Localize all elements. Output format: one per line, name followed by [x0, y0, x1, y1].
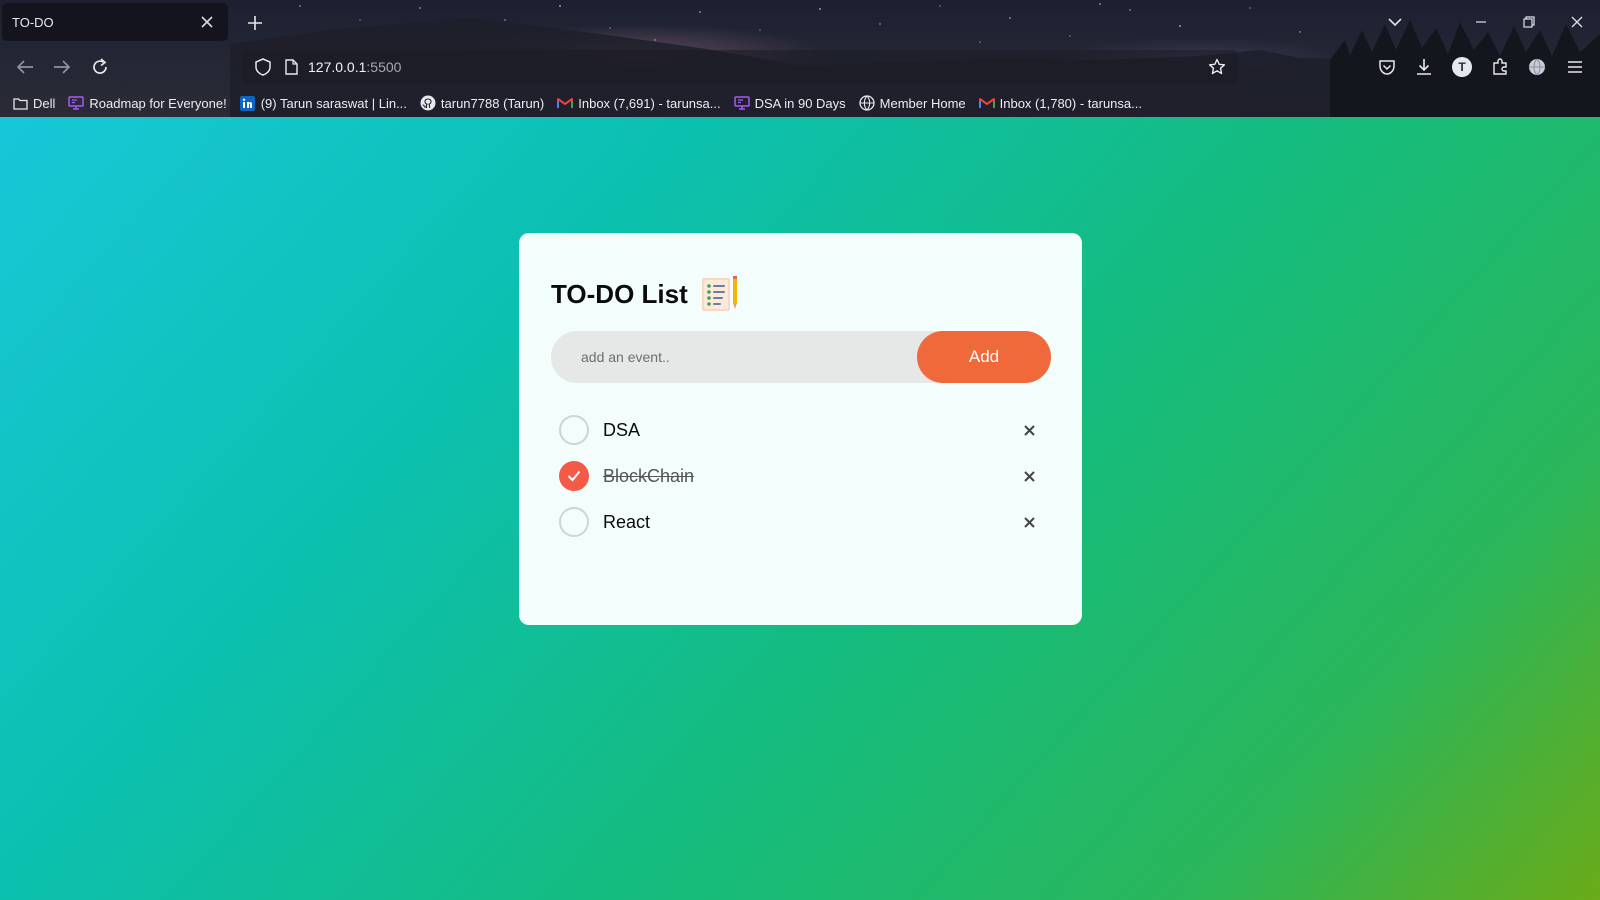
globe-icon[interactable]	[1525, 55, 1549, 79]
bookmarks-bar: Dell Roadmap for Everyone! (9) Tarun sar…	[0, 91, 1600, 115]
bookmark-label: Inbox (1,780) - tarunsa...	[999, 95, 1142, 111]
shield-icon[interactable]	[252, 56, 274, 78]
todo-text: React	[603, 511, 651, 532]
star-icon[interactable]	[1206, 56, 1228, 78]
chevron-down-icon[interactable]	[1383, 10, 1407, 34]
tab-bar: TO-DO	[0, 0, 1600, 44]
bookmark-roadmap[interactable]: Roadmap for Everyone!	[68, 95, 227, 111]
close-icon[interactable]	[196, 11, 218, 33]
plus-icon[interactable]	[244, 12, 266, 34]
close-icon[interactable]	[1019, 512, 1039, 532]
todo-text: BlockChain	[603, 465, 695, 486]
bookmark-label: Dell	[33, 95, 56, 111]
bookmark-label: (9) Tarun saraswat | Lin...	[260, 95, 407, 111]
todo-item[interactable]: BlockChain	[551, 453, 1051, 499]
todo-item[interactable]: DSA	[551, 407, 1051, 453]
tab-title: TO-DO	[12, 14, 54, 30]
monitor-icon	[733, 95, 750, 111]
bookmark-github[interactable]: tarun7788 (Tarun)	[420, 95, 544, 111]
todo-item[interactable]: React	[551, 499, 1051, 545]
monitor-icon	[68, 95, 85, 111]
notepad-checklist-icon	[701, 276, 737, 311]
bookmark-label: DSA in 90 Days	[754, 95, 846, 111]
unchecked-circle-icon[interactable]	[559, 507, 589, 537]
linkedin-icon	[240, 95, 256, 111]
bookmark-member-home[interactable]: Member Home	[859, 95, 966, 111]
download-icon[interactable]	[1412, 55, 1436, 79]
add-event-row: Add	[551, 331, 1051, 383]
arrow-right-icon[interactable]	[50, 55, 74, 79]
page-icon[interactable]	[280, 56, 302, 78]
url-port: :5500	[366, 59, 402, 75]
account-avatar[interactable]: T	[1450, 55, 1474, 79]
bookmark-label: Inbox (7,691) - tarunsa...	[578, 95, 721, 111]
window-close-icon[interactable]	[1565, 10, 1589, 34]
todo-card: TO-DO List Add DSA	[519, 233, 1082, 625]
puzzle-icon[interactable]	[1488, 55, 1512, 79]
bookmark-label: Roadmap for Everyone!	[89, 95, 227, 111]
address-bar[interactable]: 127.0.0.1:5500	[242, 50, 1238, 84]
page-background: TO-DO List Add DSA	[0, 117, 1600, 900]
avatar-letter: T	[1452, 57, 1472, 77]
close-icon[interactable]	[1019, 466, 1039, 486]
browser-tab[interactable]: TO-DO	[2, 3, 228, 41]
url-host: 127.0.0.1	[308, 59, 367, 75]
bookmark-label: Member Home	[879, 95, 966, 111]
globe-icon	[859, 95, 875, 111]
todo-list: DSA BlockChain React	[551, 407, 1051, 545]
arrow-left-icon[interactable]	[13, 55, 37, 79]
gmail-icon	[557, 95, 574, 111]
bookmark-gmail-2[interactable]: Inbox (1,780) - tarunsa...	[978, 95, 1142, 111]
navigation-toolbar: 127.0.0.1:5500 T	[0, 47, 1600, 87]
hamburger-icon[interactable]	[1563, 55, 1587, 79]
browser-chrome: TO-DO 127.0.0.1:5500 T Dell Roadmap for…	[0, 0, 1600, 117]
bookmark-label: tarun7788 (Tarun)	[440, 95, 545, 111]
bookmark-linkedin[interactable]: (9) Tarun saraswat | Lin...	[240, 95, 407, 111]
folder-icon	[12, 95, 28, 111]
page-title: TO-DO List	[551, 278, 688, 309]
todo-text: DSA	[603, 419, 641, 440]
github-icon	[420, 95, 436, 111]
gmail-icon	[978, 95, 995, 111]
bookmark-gmail-1[interactable]: Inbox (7,691) - tarunsa...	[557, 95, 721, 111]
close-icon[interactable]	[1019, 420, 1039, 440]
bookmark-dsa[interactable]: DSA in 90 Days	[733, 95, 846, 111]
reload-icon[interactable]	[88, 55, 112, 79]
unchecked-circle-icon[interactable]	[559, 415, 589, 445]
minimize-icon[interactable]	[1469, 10, 1493, 34]
title-row: TO-DO List	[551, 271, 1050, 317]
add-button[interactable]: Add	[917, 331, 1051, 383]
bookmark-dell[interactable]: Dell	[12, 95, 55, 111]
checked-circle-icon[interactable]	[559, 461, 589, 491]
pocket-icon[interactable]	[1375, 55, 1399, 79]
restore-icon[interactable]	[1517, 10, 1541, 34]
